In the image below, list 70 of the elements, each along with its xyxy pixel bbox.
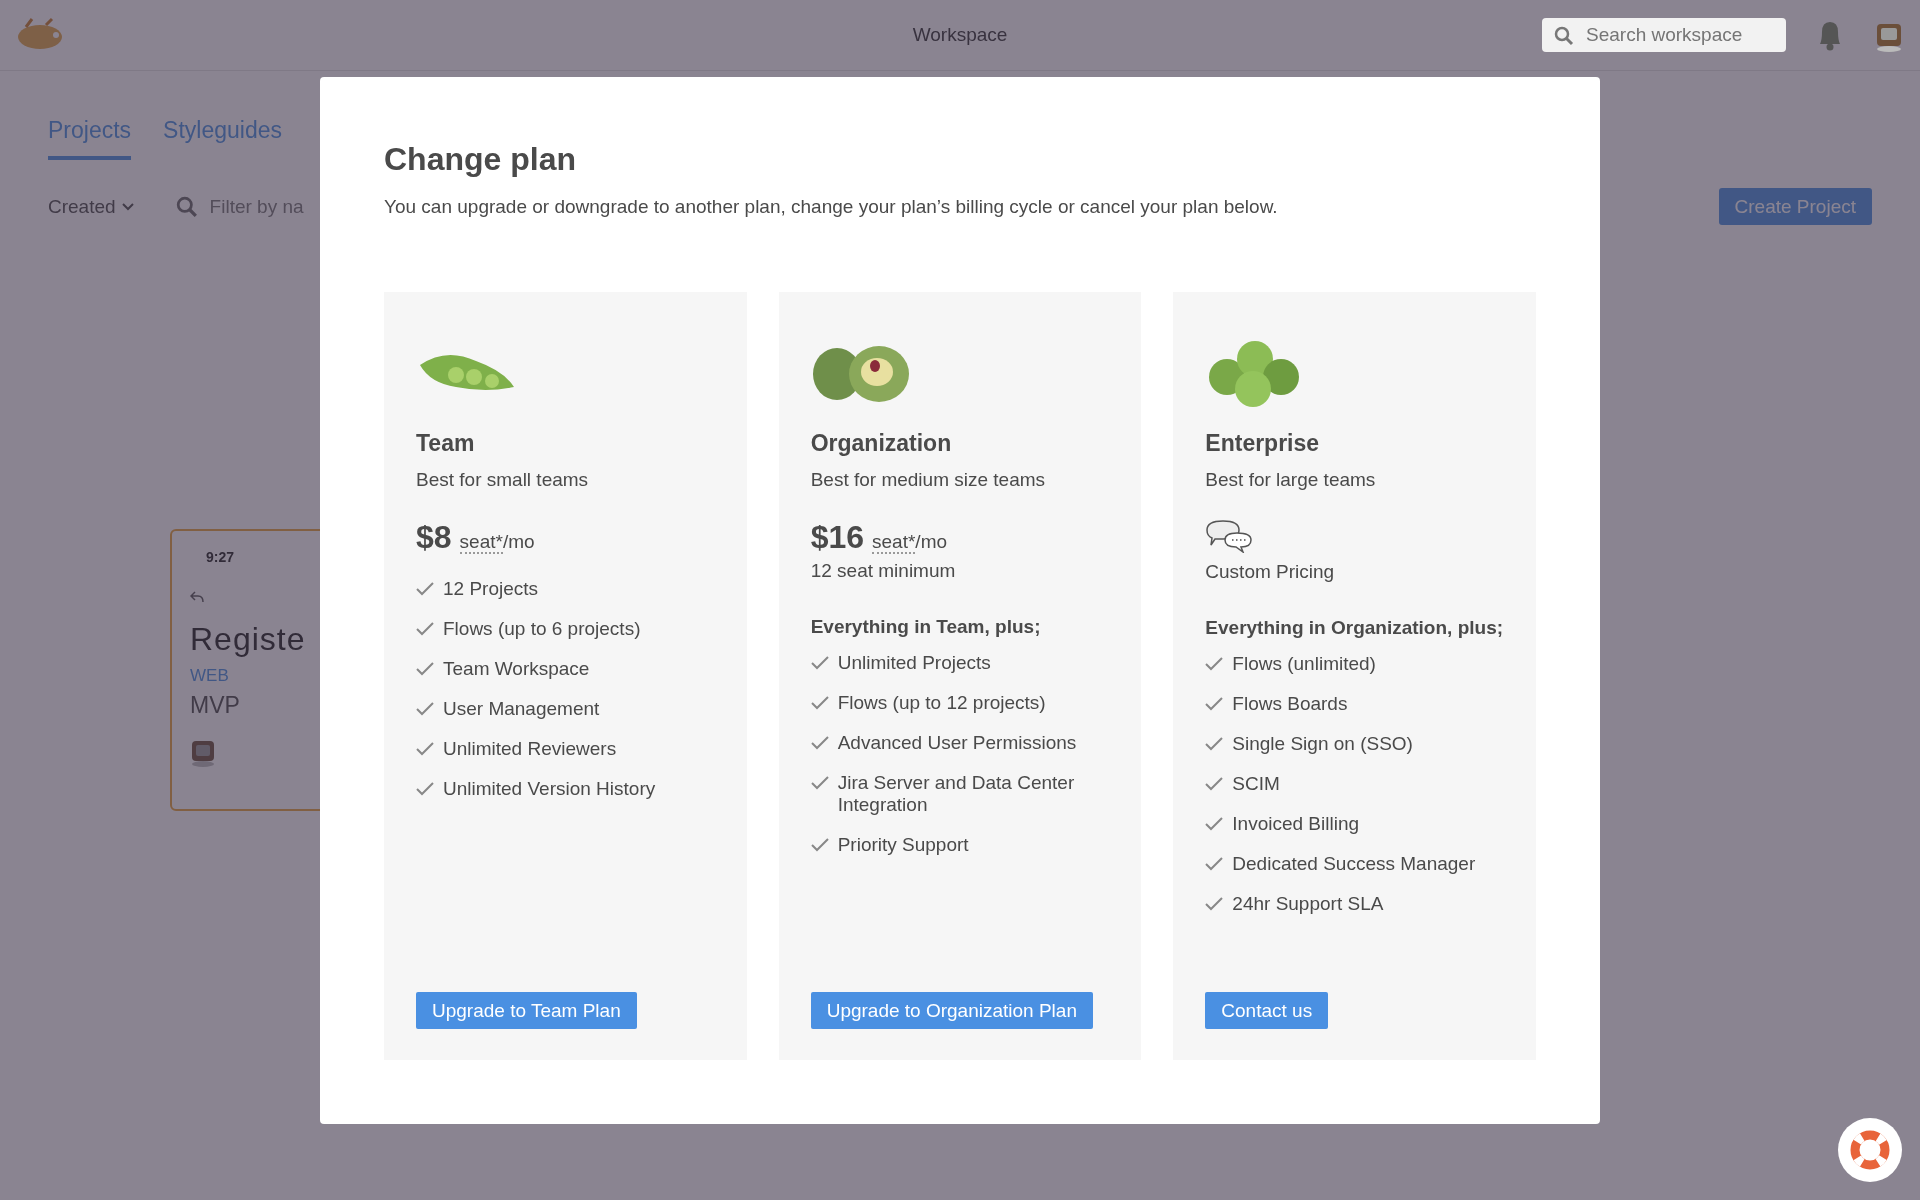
feature-text: Flows (unlimited) <box>1232 653 1376 675</box>
feature-text: Flows (up to 6 projects) <box>443 618 641 640</box>
feature-text: Team Workspace <box>443 658 590 680</box>
feature-text: Unlimited Projects <box>837 652 991 674</box>
check-icon <box>1205 737 1224 751</box>
feature-text: Flows (up to 12 projects) <box>837 692 1046 714</box>
screen-time: 9:27 <box>205 549 236 565</box>
feature-text: Unlimited Version History <box>443 778 656 800</box>
plan-tagline: Best for medium size teams <box>810 469 1047 491</box>
screen-title: Registe <box>190 621 307 658</box>
check-icon <box>1205 897 1224 911</box>
check-icon <box>416 702 434 716</box>
check-icon <box>810 736 829 750</box>
price-unit: seat*/mo <box>872 531 948 553</box>
check-icon <box>1205 817 1224 831</box>
price-unit: seat*/mo <box>459 531 535 553</box>
feature-text: Advanced User Permissions <box>837 732 1077 754</box>
price: $8 <box>416 519 452 556</box>
check-icon <box>416 582 434 596</box>
sort-dropdown[interactable]: Created <box>48 195 134 218</box>
plan-tagline: Best for small teams <box>416 469 590 491</box>
check-icon <box>810 776 829 790</box>
plan-tagline: Best for large teams <box>1205 469 1377 491</box>
check-icon <box>810 656 829 670</box>
feature-text: Flows Boards <box>1232 693 1348 715</box>
chevron-down-icon <box>121 202 134 211</box>
check-icon <box>810 696 829 710</box>
create-project-button[interactable]: Create Project <box>1718 188 1872 225</box>
feature-text: Jira Server and Data Center Integration <box>837 772 1076 816</box>
platform-label: WEB <box>190 666 230 686</box>
dialog-description: You can upgrade or downgrade to another plan, change your plan’s billing cycle or cancel your plan below. <box>384 196 1279 218</box>
tab[interactable]: Styleguides <box>163 117 282 160</box>
features-heading: Everything in Team, plus; <box>810 616 1042 638</box>
plan-name: Enterprise <box>1205 430 1321 457</box>
feature-text: Unlimited Reviewers <box>443 738 617 760</box>
back-arrow-icon <box>190 591 204 603</box>
check-icon <box>416 782 434 796</box>
tab[interactable]: Projects <box>48 117 132 160</box>
seat-minimum: 12 seat minimum <box>810 560 957 582</box>
workspace-title: Workspace <box>912 24 1008 45</box>
feature-text: User Management <box>443 698 600 720</box>
check-icon <box>1205 697 1224 711</box>
check-icon <box>1205 857 1224 871</box>
dialog-title: Change plan <box>384 141 577 178</box>
check-icon <box>416 622 434 636</box>
check-icon <box>1205 657 1224 671</box>
check-icon <box>810 838 829 852</box>
search-icon <box>175 195 198 218</box>
feature-text: 12 Projects <box>443 578 539 600</box>
feature-text: Invoiced Billing <box>1232 813 1360 835</box>
check-icon <box>1205 777 1224 791</box>
plan-button[interactable]: Upgrade to Team Plan <box>416 992 637 1029</box>
custom-pricing: Custom Pricing <box>1205 561 1335 583</box>
plan-name: Team <box>416 430 476 457</box>
plan-button[interactable]: Contact us <box>1205 992 1329 1029</box>
project-name: MVP <box>190 692 241 719</box>
price: $16 <box>810 519 865 556</box>
feature-text: Dedicated Success Manager <box>1232 853 1476 875</box>
check-icon <box>416 742 434 756</box>
feature-text: Single Sign on (SSO) <box>1232 733 1413 755</box>
feature-text: SCIM <box>1232 773 1280 795</box>
plan-name: Organization <box>810 430 953 457</box>
features-heading: Everything in Organization, plus; <box>1205 617 1504 639</box>
feature-text: Priority Support <box>837 834 969 856</box>
chat-bubbles-icon <box>1205 519 1254 553</box>
feature-text: 24hr Support SLA <box>1232 893 1384 915</box>
plan-button[interactable]: Upgrade to Organization Plan <box>810 992 1093 1029</box>
lifebuoy-icon <box>1850 1130 1890 1170</box>
check-icon <box>416 662 434 676</box>
search-field[interactable]: Search workspace <box>1542 18 1786 52</box>
